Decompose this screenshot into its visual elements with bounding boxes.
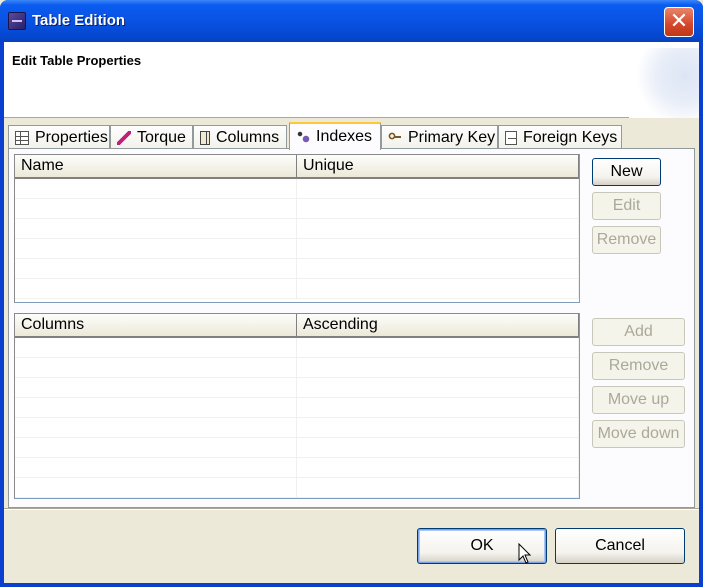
remove-index-button[interactable]: Remove bbox=[592, 226, 661, 254]
tab-label: Indexes bbox=[316, 128, 373, 145]
tab-primary-key[interactable]: Primary Key bbox=[381, 125, 498, 149]
key-icon bbox=[388, 130, 402, 145]
table-row bbox=[15, 239, 579, 259]
columns-icon bbox=[200, 130, 210, 145]
remove-column-button[interactable]: Remove bbox=[592, 352, 685, 380]
table-grid-icon bbox=[15, 130, 29, 145]
table-row bbox=[15, 199, 579, 219]
title-bar[interactable]: Table Edition ✕ bbox=[0, 0, 703, 42]
table-row bbox=[15, 259, 579, 279]
tab-indexes[interactable]: Indexes bbox=[289, 122, 381, 150]
dialog-body: Edit Table Properties Properties Torque … bbox=[4, 42, 699, 583]
window-title: Table Edition bbox=[32, 12, 126, 29]
table-row bbox=[15, 378, 579, 398]
column-header-ascending[interactable]: Ascending bbox=[297, 314, 579, 336]
table-row bbox=[15, 358, 579, 378]
mouse-pointer-icon bbox=[518, 543, 532, 564]
close-icon: ✕ bbox=[669, 9, 689, 34]
tab-strip: Properties Torque Columns Indexes Primar… bbox=[4, 122, 699, 150]
move-down-button[interactable]: Move down bbox=[592, 420, 685, 448]
table-row bbox=[15, 179, 579, 199]
tab-properties[interactable]: Properties bbox=[8, 125, 110, 149]
index-columns-table[interactable]: Columns Ascending bbox=[14, 313, 580, 499]
table-row bbox=[15, 418, 579, 438]
indexes-table-header: Name Unique bbox=[15, 155, 579, 179]
header-area: Edit Table Properties bbox=[4, 42, 699, 118]
move-up-button[interactable]: Move up bbox=[592, 386, 685, 414]
table-row bbox=[15, 438, 579, 458]
column-header-name[interactable]: Name bbox=[15, 155, 297, 177]
app-icon bbox=[8, 12, 26, 30]
foreign-key-icon bbox=[505, 130, 517, 145]
tab-foreign-keys[interactable]: Foreign Keys bbox=[498, 125, 622, 149]
table-row bbox=[15, 478, 579, 498]
indexes-table-rows bbox=[15, 179, 579, 302]
close-button[interactable]: ✕ bbox=[664, 7, 694, 37]
table-row bbox=[15, 458, 579, 478]
indexes-table[interactable]: Name Unique bbox=[14, 154, 580, 303]
cancel-button[interactable]: Cancel bbox=[555, 528, 685, 564]
tab-columns[interactable]: Columns bbox=[193, 125, 287, 149]
header-title: Edit Table Properties bbox=[12, 53, 142, 68]
tab-label: Columns bbox=[216, 128, 280, 146]
column-header-unique[interactable]: Unique bbox=[297, 155, 579, 177]
dialog-window: Table Edition ✕ Edit Table Properties Pr… bbox=[0, 0, 703, 587]
tab-label: Torque bbox=[137, 128, 186, 146]
table-row bbox=[15, 398, 579, 418]
tab-label: Primary Key bbox=[408, 128, 496, 146]
indexes-icon bbox=[296, 130, 310, 144]
table-row bbox=[15, 279, 579, 299]
tab-torque[interactable]: Torque bbox=[110, 125, 193, 149]
add-column-button[interactable]: Add bbox=[592, 318, 685, 346]
new-index-button[interactable]: New bbox=[592, 158, 661, 186]
column-header-columns[interactable]: Columns bbox=[15, 314, 297, 336]
header-decoration bbox=[629, 48, 699, 118]
table-row bbox=[15, 338, 579, 358]
index-columns-table-rows bbox=[15, 338, 579, 498]
tab-label: Properties bbox=[35, 128, 108, 146]
edit-index-button[interactable]: Edit bbox=[592, 192, 661, 220]
pen-icon bbox=[117, 130, 131, 145]
table-row bbox=[15, 219, 579, 239]
tab-label: Foreign Keys bbox=[523, 128, 618, 146]
index-columns-table-header: Columns Ascending bbox=[15, 314, 579, 338]
footer-separator bbox=[4, 508, 699, 510]
tab-panel-indexes: Name Unique New Edit Remove Columns Asce… bbox=[8, 148, 695, 508]
